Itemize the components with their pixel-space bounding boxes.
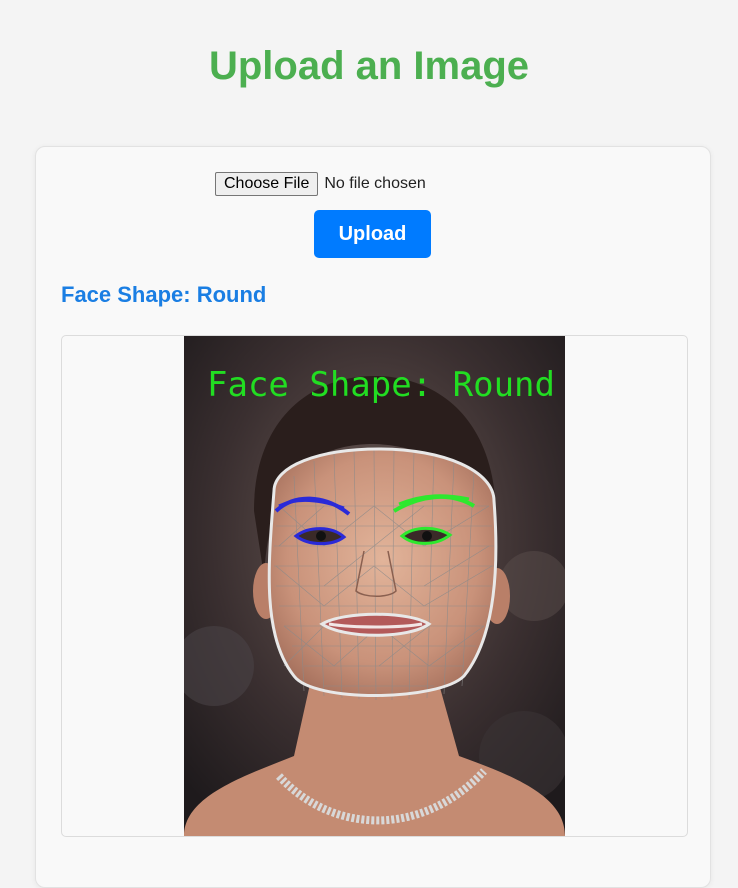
page-title: Upload an Image — [208, 44, 530, 88]
face-shape-result: Face Shape: Round — [61, 282, 267, 307]
file-input[interactable]: Choose File No file chosen — [215, 172, 426, 196]
upload-button[interactable]: Upload — [314, 210, 431, 258]
choose-file-button[interactable]: Choose File — [215, 172, 319, 196]
result-image-frame: Face Shape: Round — [61, 335, 688, 837]
overlay-face-shape-text: Face Shape: Round — [207, 365, 555, 405]
upload-card: Choose File No file chosen Upload Face S… — [35, 146, 711, 888]
file-status-text: No file chosen — [324, 175, 426, 192]
annotated-face-image: Face Shape: Round — [184, 336, 565, 836]
